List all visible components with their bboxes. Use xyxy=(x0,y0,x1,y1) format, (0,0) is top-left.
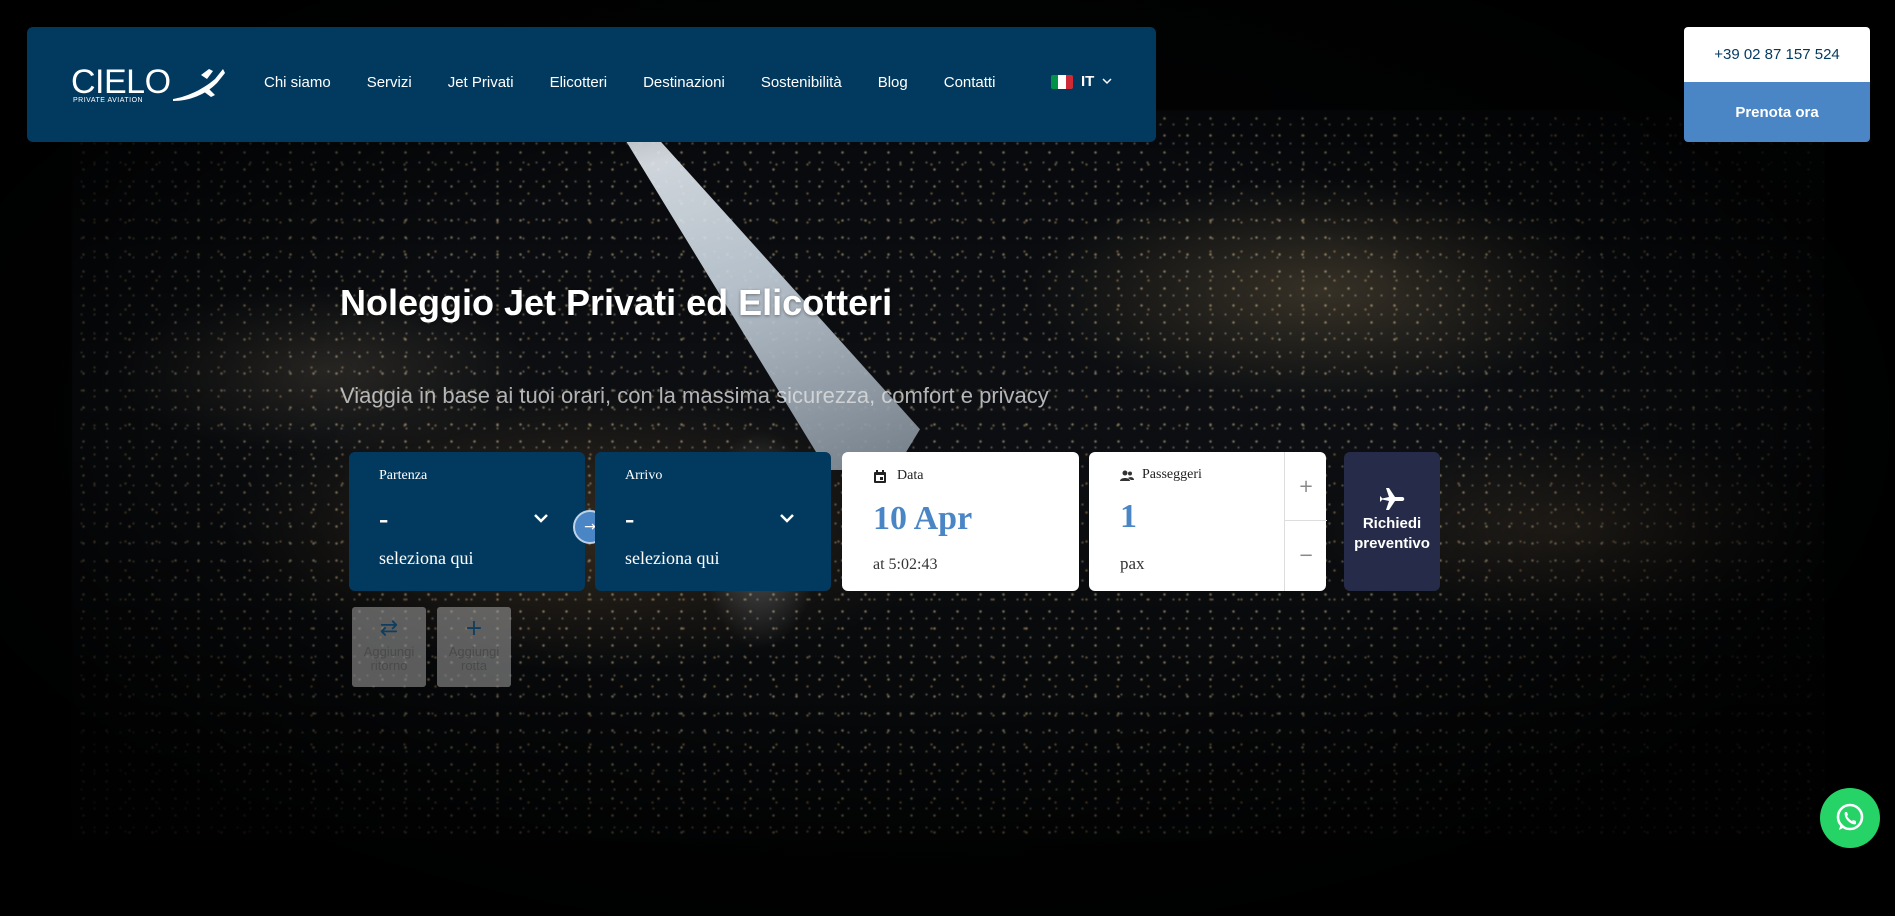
passengers-field[interactable]: Passeggeri 1 pax + − xyxy=(1089,452,1327,591)
add-route-label: Aggiungi rotta xyxy=(448,644,500,673)
calendar-icon xyxy=(874,470,886,483)
hero-subtitle: Viaggia in base ai tuoi orari, con la ma… xyxy=(340,383,1049,408)
whatsapp-chat-button[interactable] xyxy=(1820,788,1880,848)
passengers-stepper: + − xyxy=(1284,452,1327,591)
passengers-label: Passeggeri xyxy=(1142,467,1202,482)
add-return-label: Aggiungi ritorno xyxy=(363,644,415,673)
date-value: 10 Apr xyxy=(873,500,973,537)
swap-arrows-icon: ⇄ xyxy=(379,616,399,641)
arrival-field[interactable]: Arrivo - seleziona qui xyxy=(595,452,831,591)
request-quote-label: Richiedi preventivo xyxy=(1354,515,1430,552)
hero-title: Noleggio Jet Privati ed Elicotteri xyxy=(340,282,893,323)
add-route-button[interactable]: + Aggiungi rotta xyxy=(437,607,511,687)
logo-tagline: PRIVATE AVIATION xyxy=(73,97,144,104)
plane-logo-icon xyxy=(173,69,225,101)
brand-logo[interactable]: CIELO PRIVATE AVIATION xyxy=(71,63,225,105)
nav-link-contatti[interactable]: Contatti xyxy=(944,73,996,93)
nav-link-jet-privati[interactable]: Jet Privati xyxy=(448,73,514,93)
departure-label: Partenza xyxy=(379,468,428,483)
passengers-unit: pax xyxy=(1120,554,1145,573)
main-navbar: CIELO PRIVATE AVIATION Chi siamo Servizi… xyxy=(27,27,1156,142)
arrival-value: - xyxy=(625,504,635,535)
chevron-down-icon xyxy=(780,514,794,523)
request-quote-button[interactable]: Richiedi preventivo xyxy=(1344,452,1440,591)
nav-link-elicotteri[interactable]: Elicotteri xyxy=(550,73,608,93)
airplane-icon xyxy=(1380,488,1405,510)
date-time: at 5:02:43 xyxy=(873,556,938,573)
plus-icon: + xyxy=(464,616,484,641)
language-selector[interactable]: IT xyxy=(1051,73,1112,90)
date-label: Data xyxy=(897,468,924,483)
users-icon xyxy=(1120,470,1134,481)
departure-field[interactable]: Partenza - seleziona qui xyxy=(349,452,585,591)
arrival-label: Arrivo xyxy=(625,468,663,483)
nav-link-destinazioni[interactable]: Destinazioni xyxy=(643,73,725,93)
nav-menu: Chi siamo Servizi Jet Privati Elicotteri… xyxy=(264,73,1031,93)
nav-link-sostenibilita[interactable]: Sostenibilità xyxy=(761,73,842,93)
language-code: IT xyxy=(1081,73,1095,90)
logo-wordmark: CIELO xyxy=(71,63,171,101)
passengers-decrement-button[interactable]: − xyxy=(1285,521,1327,590)
departure-hint: seleziona qui xyxy=(379,548,474,568)
departure-value: - xyxy=(379,504,389,535)
passengers-increment-button[interactable]: + xyxy=(1285,452,1327,521)
italy-flag-icon xyxy=(1051,74,1073,89)
book-now-button[interactable]: Prenota ora xyxy=(1684,82,1870,142)
chevron-down-icon xyxy=(1102,78,1112,85)
nav-link-servizi[interactable]: Servizi xyxy=(367,73,412,93)
passengers-value: 1 xyxy=(1120,498,1137,535)
nav-link-chi-siamo[interactable]: Chi siamo xyxy=(264,73,331,93)
date-field[interactable]: Data 10 Apr at 5:02:43 xyxy=(842,452,1079,591)
whatsapp-icon xyxy=(1836,803,1864,831)
nav-link-blog[interactable]: Blog xyxy=(878,73,908,93)
chevron-down-icon xyxy=(534,514,548,523)
arrival-hint: seleziona qui xyxy=(625,548,720,568)
add-return-button[interactable]: ⇄ Aggiungi ritorno xyxy=(352,607,426,687)
phone-link[interactable]: +39 02 87 157 524 xyxy=(1684,27,1870,82)
